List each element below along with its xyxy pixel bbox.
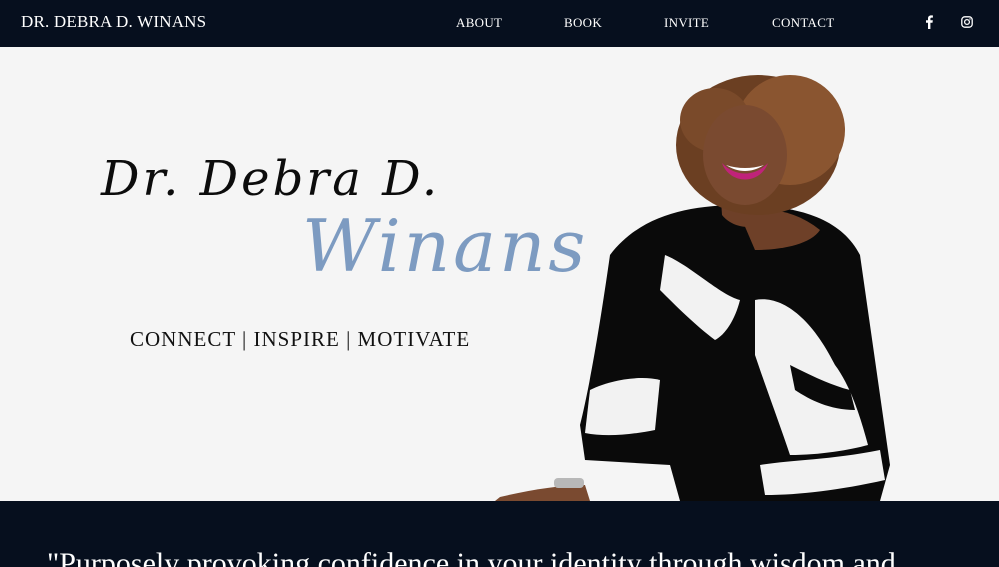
nav-about-link[interactable]: ABOUT — [456, 15, 502, 31]
portrait-photo — [495, 75, 890, 501]
instagram-icon[interactable] — [959, 14, 975, 30]
nav-invite-link[interactable]: INVITE — [664, 15, 709, 31]
site-brand[interactable]: DR. DEBRA D. WINANS — [21, 12, 206, 32]
nav-book-link[interactable]: BOOK — [564, 15, 602, 31]
hero-tagline: CONNECT | INSPIRE | MOTIVATE — [130, 327, 471, 351]
mission-quote: "Purposely provoking confidence in your … — [47, 547, 896, 567]
bracelet — [554, 478, 584, 488]
top-navbar: DR. DEBRA D. WINANS ABOUT BOOK INVITE CO… — [0, 0, 999, 47]
hero-script-name: Dr. Debra D. — [101, 151, 441, 207]
hero-section: Dr. Debra D. Winans CONNECT | INSPIRE | … — [0, 47, 999, 501]
quote-band: "Purposely provoking confidence in your … — [0, 501, 999, 567]
facebook-icon[interactable] — [921, 14, 937, 30]
nav-contact-link[interactable]: CONTACT — [772, 15, 834, 31]
